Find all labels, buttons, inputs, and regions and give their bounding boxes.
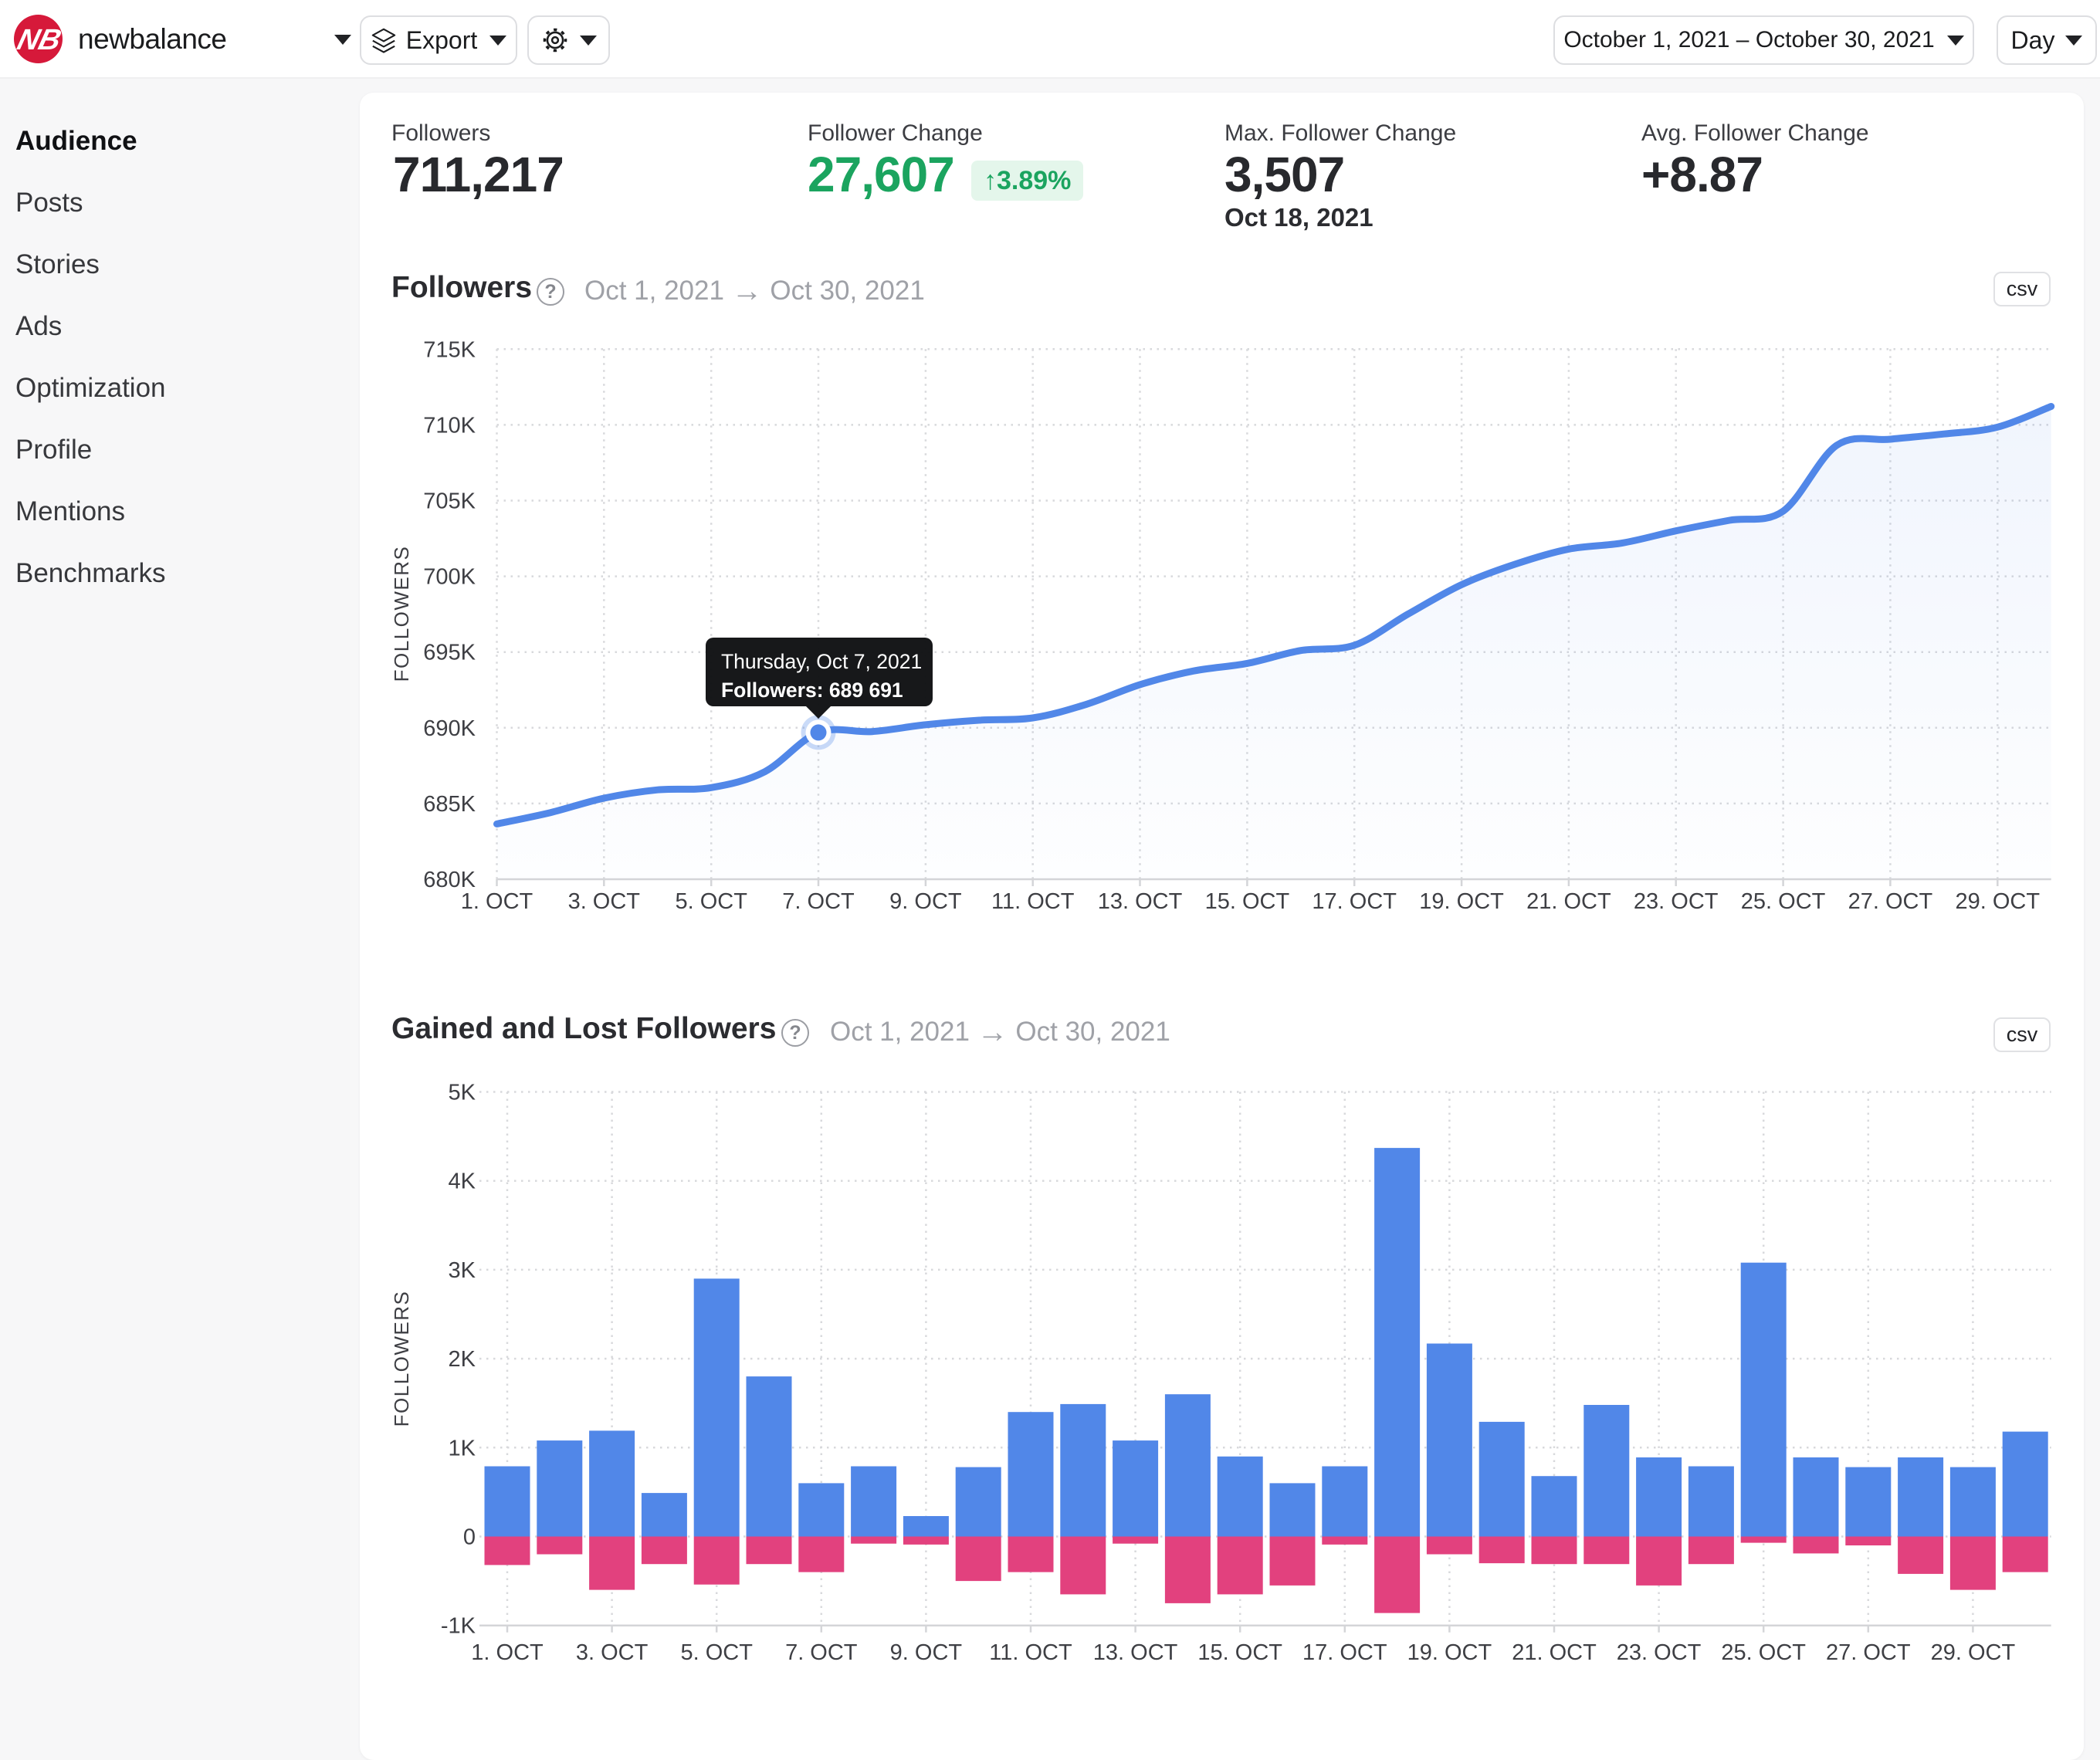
svg-text:29. OCT: 29. OCT <box>1956 889 2041 914</box>
svg-text:23. OCT: 23. OCT <box>1617 1640 1702 1665</box>
svg-text:27. OCT: 27. OCT <box>1826 1640 1911 1665</box>
svg-text:15. OCT: 15. OCT <box>1197 1640 1282 1665</box>
svg-text:1. OCT: 1. OCT <box>461 889 533 914</box>
svg-text:FOLLOWERS: FOLLOWERS <box>390 546 413 682</box>
svg-text:17. OCT: 17. OCT <box>1312 889 1397 914</box>
svg-text:23. OCT: 23. OCT <box>1634 889 1719 914</box>
svg-text:-1K: -1K <box>441 1614 476 1639</box>
svg-text:715K: 715K <box>423 337 476 362</box>
svg-text:21. OCT: 21. OCT <box>1512 1640 1597 1665</box>
svg-text:3. OCT: 3. OCT <box>568 889 641 914</box>
svg-text:27. OCT: 27. OCT <box>1848 889 1933 914</box>
svg-text:1K: 1K <box>449 1436 476 1460</box>
svg-text:13. OCT: 13. OCT <box>1093 1640 1178 1665</box>
svg-text:2K: 2K <box>449 1347 476 1372</box>
svg-text:21. OCT: 21. OCT <box>1526 889 1611 914</box>
svg-text:700K: 700K <box>423 565 476 590</box>
svg-text:FOLLOWERS: FOLLOWERS <box>390 1291 413 1427</box>
svg-text:3K: 3K <box>449 1258 476 1283</box>
svg-text:0: 0 <box>463 1525 476 1550</box>
svg-text:Followers: 689 691: Followers: 689 691 <box>721 679 903 702</box>
svg-text:19. OCT: 19. OCT <box>1407 1640 1492 1665</box>
svg-text:13. OCT: 13. OCT <box>1098 889 1183 914</box>
svg-text:29. OCT: 29. OCT <box>1931 1640 2016 1665</box>
svg-text:5. OCT: 5. OCT <box>680 1640 753 1665</box>
svg-text:11. OCT: 11. OCT <box>991 889 1075 914</box>
svg-text:695K: 695K <box>423 641 476 665</box>
svg-text:11. OCT: 11. OCT <box>989 1640 1072 1665</box>
svg-text:25. OCT: 25. OCT <box>1721 1640 1806 1665</box>
svg-text:690K: 690K <box>423 716 476 741</box>
svg-text:710K: 710K <box>423 413 476 438</box>
svg-text:685K: 685K <box>423 792 476 817</box>
svg-text:9. OCT: 9. OCT <box>890 1640 963 1665</box>
svg-text:4K: 4K <box>449 1169 476 1194</box>
svg-text:25. OCT: 25. OCT <box>1741 889 1826 914</box>
svg-text:7. OCT: 7. OCT <box>782 889 855 914</box>
svg-text:19. OCT: 19. OCT <box>1419 889 1504 914</box>
svg-text:7. OCT: 7. OCT <box>785 1640 858 1665</box>
svg-text:5K: 5K <box>449 1081 476 1105</box>
svg-text:NB: NB <box>14 24 63 56</box>
svg-text:9. OCT: 9. OCT <box>889 889 962 914</box>
svg-text:705K: 705K <box>423 489 476 514</box>
svg-text:Thursday, Oct 7, 2021: Thursday, Oct 7, 2021 <box>721 650 922 673</box>
svg-text:3. OCT: 3. OCT <box>576 1640 649 1665</box>
svg-text:5. OCT: 5. OCT <box>675 889 747 914</box>
svg-text:17. OCT: 17. OCT <box>1302 1640 1387 1665</box>
svg-text:1. OCT: 1. OCT <box>471 1640 544 1665</box>
svg-text:15. OCT: 15. OCT <box>1205 889 1290 914</box>
